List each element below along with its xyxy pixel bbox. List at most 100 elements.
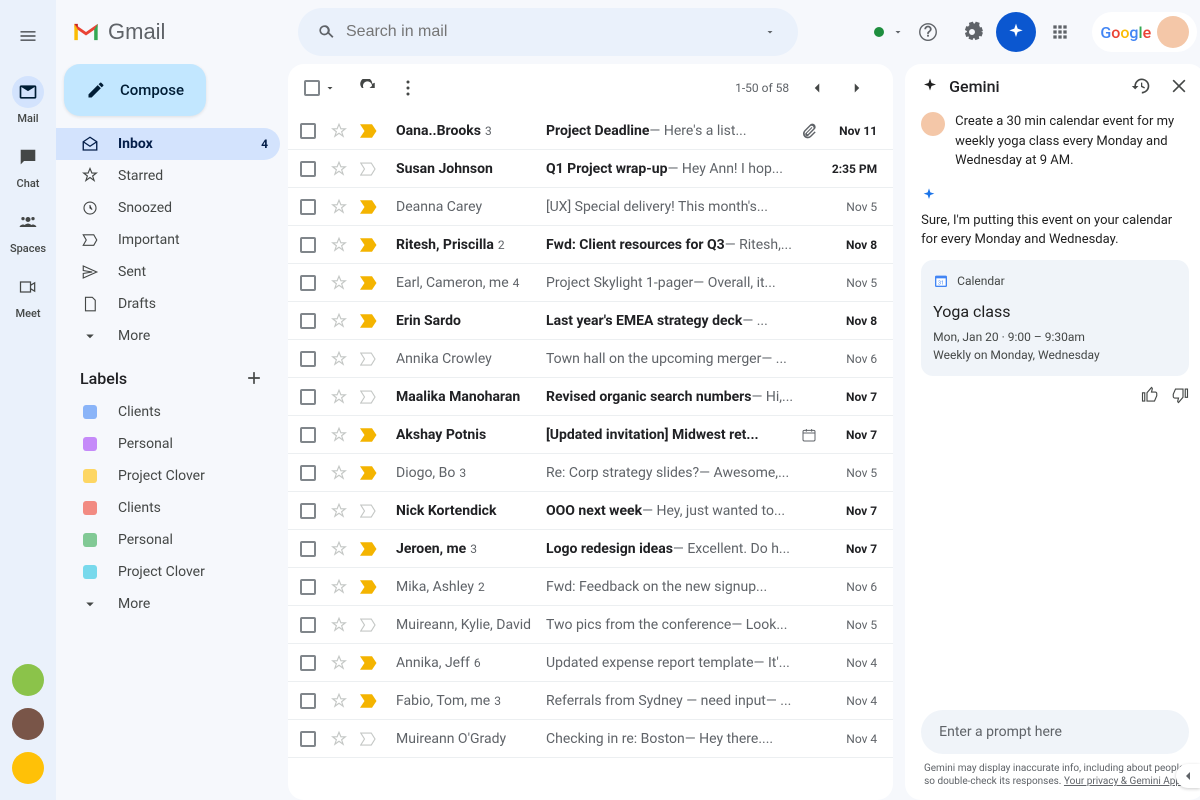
refresh-button[interactable] <box>348 68 388 108</box>
thumbs-down-button[interactable] <box>1171 386 1189 404</box>
important-marker-icon[interactable] <box>360 618 378 632</box>
important-marker-icon[interactable] <box>360 200 378 214</box>
rail-mail[interactable]: Mail <box>0 68 56 133</box>
email-row[interactable]: Erin SardoLast year's EMEA strategy deck… <box>288 302 893 340</box>
email-checkbox[interactable] <box>300 427 316 443</box>
email-row[interactable]: Annika, Jeff6Updated expense report temp… <box>288 644 893 682</box>
settings-button[interactable] <box>952 12 992 52</box>
chat-contact-avatar[interactable] <box>12 752 44 784</box>
nav-drafts[interactable]: Drafts <box>56 288 280 320</box>
search-options-button[interactable] <box>750 26 790 38</box>
email-row[interactable]: Nick KortendickOOO next weekHey, just wa… <box>288 492 893 530</box>
email-row[interactable]: Maalika ManoharanRevised organic search … <box>288 378 893 416</box>
email-checkbox[interactable] <box>300 313 316 329</box>
email-checkbox[interactable] <box>300 275 316 291</box>
important-marker-icon[interactable] <box>360 276 378 290</box>
nav-inbox[interactable]: Inbox4 <box>56 128 280 160</box>
star-button[interactable] <box>330 502 350 520</box>
support-button[interactable] <box>908 12 948 52</box>
star-button[interactable] <box>330 312 350 330</box>
email-checkbox[interactable] <box>300 465 316 481</box>
email-checkbox[interactable] <box>300 731 316 747</box>
gemini-close-button[interactable] <box>1169 76 1189 96</box>
star-button[interactable] <box>330 616 350 634</box>
nav-sent[interactable]: Sent <box>56 256 280 288</box>
star-button[interactable] <box>330 730 350 748</box>
star-button[interactable] <box>330 160 350 178</box>
important-marker-icon[interactable] <box>360 580 378 594</box>
status-dropdown[interactable] <box>892 26 904 38</box>
star-button[interactable] <box>330 350 350 368</box>
important-marker-icon[interactable] <box>360 466 378 480</box>
star-button[interactable] <box>330 388 350 406</box>
important-marker-icon[interactable] <box>360 656 378 670</box>
email-row[interactable]: Oana..Brooks3Project DeadlineHere's a li… <box>288 112 893 150</box>
gemini-prompt-input[interactable]: Enter a prompt here <box>921 710 1189 754</box>
star-button[interactable] <box>330 274 350 292</box>
star-button[interactable] <box>330 426 350 444</box>
nav-snoozed[interactable]: Snoozed <box>56 192 280 224</box>
nav-starred[interactable]: Starred <box>56 160 280 192</box>
email-row[interactable]: Annika CrowleyTown hall on the upcoming … <box>288 340 893 378</box>
star-button[interactable] <box>330 540 350 558</box>
nav-important[interactable]: Important <box>56 224 280 256</box>
email-row[interactable]: Diogo, Bo3Re: Corp strategy slides?Aweso… <box>288 454 893 492</box>
star-button[interactable] <box>330 654 350 672</box>
rail-chat[interactable]: Chat <box>0 133 56 198</box>
gemini-history-button[interactable] <box>1131 76 1151 96</box>
email-row[interactable]: Fabio, Tom, me3Referrals from Sydney — n… <box>288 682 893 720</box>
email-checkbox[interactable] <box>300 503 316 519</box>
next-page-button[interactable] <box>837 68 877 108</box>
main-menu-button[interactable] <box>4 12 52 60</box>
email-row[interactable]: Earl, Cameron, me4Project Skylight 1-pag… <box>288 264 893 302</box>
apps-button[interactable] <box>1040 12 1080 52</box>
thumbs-up-button[interactable] <box>1141 386 1159 404</box>
important-marker-icon[interactable] <box>360 504 378 518</box>
more-actions-button[interactable] <box>388 68 428 108</box>
label-item[interactable]: Project Clover <box>56 556 280 588</box>
label-item[interactable]: Project Clover <box>56 460 280 492</box>
email-checkbox[interactable] <box>300 389 316 405</box>
email-row[interactable]: Akshay Potnis[Updated invitation] Midwes… <box>288 416 893 454</box>
email-row[interactable]: Susan JohnsonQ1 Project wrap-upHey Ann! … <box>288 150 893 188</box>
important-marker-icon[interactable] <box>360 694 378 708</box>
search-input[interactable] <box>346 23 750 41</box>
email-checkbox[interactable] <box>300 199 316 215</box>
email-checkbox[interactable] <box>300 579 316 595</box>
email-row[interactable]: Jeroen, me3Logo redesign ideasExcellent.… <box>288 530 893 568</box>
rail-spaces[interactable]: Spaces <box>0 198 56 263</box>
star-button[interactable] <box>330 464 350 482</box>
chat-contact-avatar[interactable] <box>12 708 44 740</box>
email-checkbox[interactable] <box>300 655 316 671</box>
email-checkbox[interactable] <box>300 693 316 709</box>
account-chip[interactable]: Google <box>1092 12 1197 52</box>
compose-button[interactable]: Compose <box>64 64 206 116</box>
side-panel-toggle[interactable] <box>1176 764 1200 788</box>
search-bar[interactable] <box>298 8 798 56</box>
add-label-button[interactable] <box>244 368 264 388</box>
star-button[interactable] <box>330 236 350 254</box>
label-item[interactable]: Personal <box>56 524 280 556</box>
important-marker-icon[interactable] <box>360 732 378 746</box>
email-row[interactable]: Mika, Ashley2Fwd: Feedback on the new si… <box>288 568 893 606</box>
label-item[interactable]: Personal <box>56 428 280 460</box>
email-row[interactable]: Muireann O'GradyChecking in re: BostonHe… <box>288 720 893 758</box>
important-marker-icon[interactable] <box>360 390 378 404</box>
prev-page-button[interactable] <box>797 68 837 108</box>
label-item[interactable]: Clients <box>56 396 280 428</box>
logo[interactable]: Gmail <box>72 19 290 45</box>
label-item[interactable]: Clients <box>56 492 280 524</box>
important-marker-icon[interactable] <box>360 238 378 252</box>
gemini-button[interactable] <box>996 12 1036 52</box>
email-checkbox[interactable] <box>300 541 316 557</box>
email-checkbox[interactable] <box>300 351 316 367</box>
privacy-link[interactable]: Your privacy & Gemini Apps <box>1064 776 1186 787</box>
star-button[interactable] <box>330 692 350 710</box>
rail-meet[interactable]: Meet <box>0 263 56 328</box>
important-marker-icon[interactable] <box>360 314 378 328</box>
email-checkbox[interactable] <box>300 123 316 139</box>
star-button[interactable] <box>330 122 350 140</box>
select-dropdown[interactable] <box>324 82 336 94</box>
chat-contact-avatar[interactable] <box>12 664 44 696</box>
important-marker-icon[interactable] <box>360 162 378 176</box>
